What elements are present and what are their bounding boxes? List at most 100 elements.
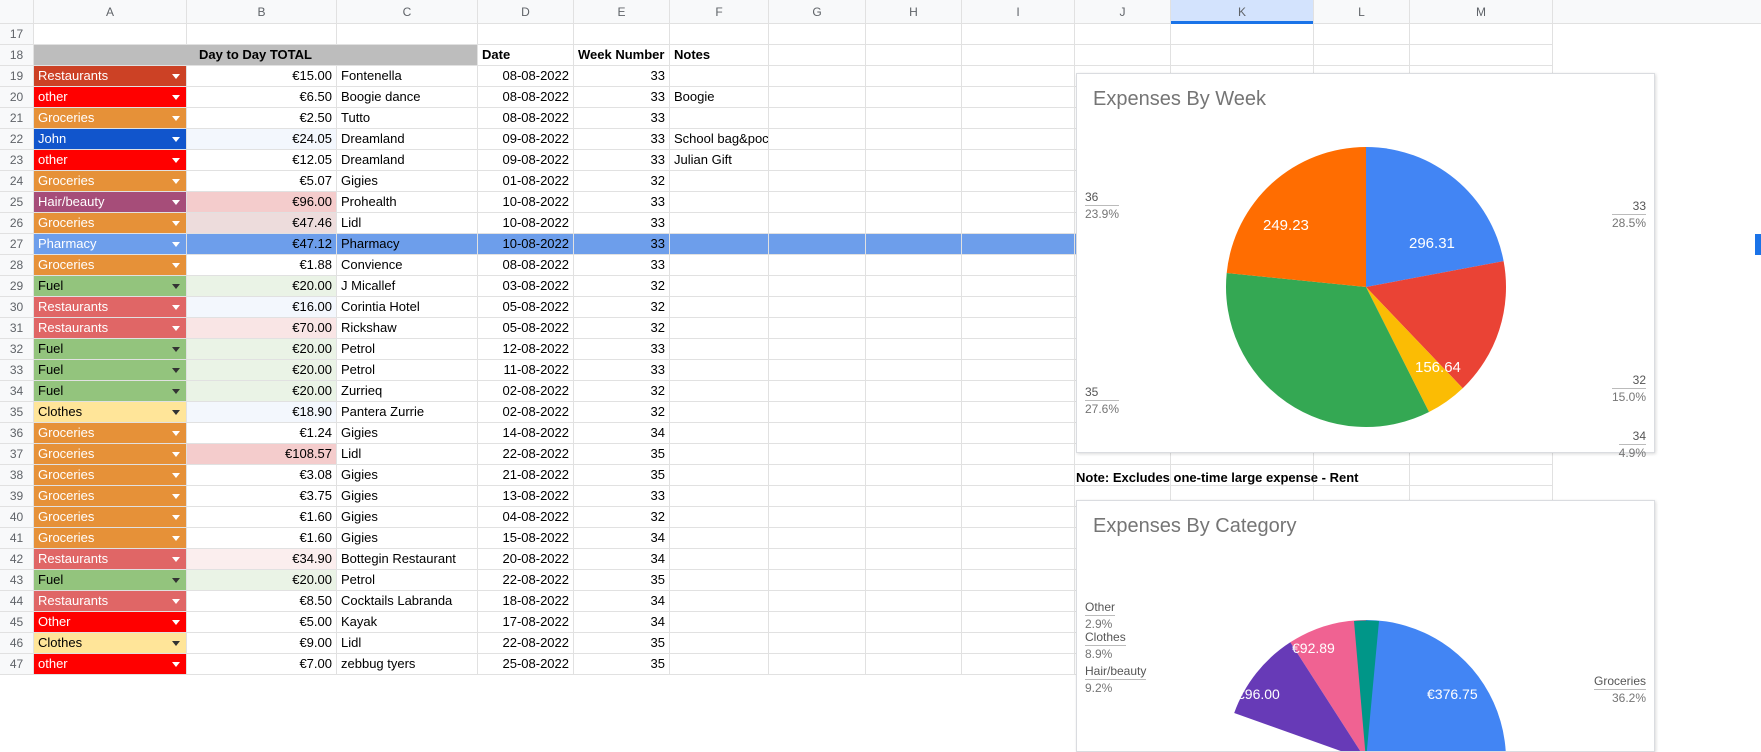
cell[interactable] <box>962 192 1075 213</box>
note-cell[interactable] <box>670 528 769 549</box>
desc-cell[interactable]: Zurrieq <box>337 381 478 402</box>
desc-cell[interactable]: Pantera Zurrie <box>337 402 478 423</box>
note-cell[interactable] <box>670 297 769 318</box>
desc-cell[interactable]: Convience <box>337 255 478 276</box>
col-header-A[interactable]: A <box>34 0 187 23</box>
category-dropdown[interactable]: Groceries <box>34 423 187 444</box>
row-header[interactable]: 47 <box>0 654 34 675</box>
week-cell[interactable]: 33 <box>574 486 670 507</box>
date-cell[interactable]: 03-08-2022 <box>478 276 574 297</box>
cell[interactable] <box>962 66 1075 87</box>
category-dropdown[interactable]: Restaurants <box>34 66 187 87</box>
header-notes[interactable]: Notes <box>670 45 769 66</box>
header-week[interactable]: Week Number <box>574 45 670 66</box>
amount-cell[interactable]: €70.00 <box>187 318 337 339</box>
category-dropdown[interactable]: Restaurants <box>34 318 187 339</box>
cell[interactable] <box>866 171 962 192</box>
amount-cell[interactable]: €24.05 <box>187 129 337 150</box>
cell[interactable] <box>769 549 866 570</box>
week-cell[interactable]: 33 <box>574 234 670 255</box>
col-header-I[interactable]: I <box>962 0 1075 23</box>
note-cell[interactable] <box>670 234 769 255</box>
note-cell[interactable] <box>670 507 769 528</box>
row-header[interactable]: 46 <box>0 633 34 654</box>
row-header[interactable]: 28 <box>0 255 34 276</box>
cell[interactable] <box>866 423 962 444</box>
cell[interactable] <box>962 528 1075 549</box>
cell[interactable] <box>962 402 1075 423</box>
date-cell[interactable]: 25-08-2022 <box>478 654 574 675</box>
row-header[interactable]: 30 <box>0 297 34 318</box>
amount-cell[interactable]: €18.90 <box>187 402 337 423</box>
cell[interactable] <box>769 129 866 150</box>
week-cell[interactable]: 32 <box>574 507 670 528</box>
week-cell[interactable]: 33 <box>574 150 670 171</box>
date-cell[interactable]: 18-08-2022 <box>478 591 574 612</box>
week-cell[interactable]: 33 <box>574 360 670 381</box>
amount-cell[interactable]: €16.00 <box>187 297 337 318</box>
category-dropdown[interactable]: Groceries <box>34 486 187 507</box>
row-header[interactable]: 18 <box>0 45 34 66</box>
category-dropdown[interactable]: Groceries <box>34 528 187 549</box>
week-cell[interactable]: 34 <box>574 423 670 444</box>
row-header[interactable]: 20 <box>0 87 34 108</box>
note-cell[interactable] <box>670 318 769 339</box>
date-cell[interactable]: 22-08-2022 <box>478 633 574 654</box>
week-cell[interactable]: 32 <box>574 318 670 339</box>
amount-cell[interactable]: €1.60 <box>187 507 337 528</box>
date-cell[interactable]: 10-08-2022 <box>478 192 574 213</box>
note-cell[interactable] <box>670 192 769 213</box>
date-cell[interactable]: 17-08-2022 <box>478 612 574 633</box>
note-cell[interactable] <box>670 486 769 507</box>
amount-cell[interactable]: €20.00 <box>187 570 337 591</box>
col-header-G[interactable]: G <box>769 0 866 23</box>
category-dropdown[interactable]: John <box>34 129 187 150</box>
cell[interactable] <box>866 507 962 528</box>
week-cell[interactable]: 35 <box>574 444 670 465</box>
note-cell[interactable]: Boogie <box>670 87 769 108</box>
desc-cell[interactable]: Rickshaw <box>337 318 478 339</box>
cell[interactable] <box>866 528 962 549</box>
cell[interactable] <box>866 549 962 570</box>
cell[interactable] <box>769 528 866 549</box>
date-cell[interactable]: 22-08-2022 <box>478 444 574 465</box>
row-header[interactable]: 25 <box>0 192 34 213</box>
cell[interactable] <box>962 339 1075 360</box>
row-header[interactable]: 22 <box>0 129 34 150</box>
amount-cell[interactable]: €20.00 <box>187 339 337 360</box>
amount-cell[interactable]: €1.88 <box>187 255 337 276</box>
cell[interactable] <box>337 24 478 45</box>
corner-cell[interactable] <box>0 0 34 23</box>
cell[interactable] <box>769 318 866 339</box>
cell[interactable] <box>769 276 866 297</box>
row-header[interactable]: 42 <box>0 549 34 570</box>
desc-cell[interactable]: Fontenella <box>337 66 478 87</box>
desc-cell[interactable]: Bottegin Restaurant <box>337 549 478 570</box>
cell[interactable] <box>866 444 962 465</box>
cell[interactable] <box>769 150 866 171</box>
col-header-B[interactable]: B <box>187 0 337 23</box>
cell[interactable] <box>962 87 1075 108</box>
amount-cell[interactable]: €9.00 <box>187 633 337 654</box>
cell[interactable] <box>769 507 866 528</box>
amount-cell[interactable]: €15.00 <box>187 66 337 87</box>
col-header-F[interactable]: F <box>670 0 769 23</box>
cell[interactable] <box>769 402 866 423</box>
cell[interactable] <box>866 192 962 213</box>
cell[interactable] <box>866 465 962 486</box>
row-header[interactable]: 35 <box>0 402 34 423</box>
note-cell[interactable] <box>670 633 769 654</box>
cell[interactable] <box>1075 24 1171 45</box>
cell[interactable] <box>866 591 962 612</box>
category-dropdown[interactable]: Fuel <box>34 276 187 297</box>
cell[interactable] <box>962 213 1075 234</box>
week-cell[interactable]: 33 <box>574 129 670 150</box>
note-cell[interactable] <box>670 171 769 192</box>
week-cell[interactable]: 32 <box>574 402 670 423</box>
cell[interactable] <box>769 381 866 402</box>
cell[interactable] <box>866 108 962 129</box>
amount-cell[interactable]: €20.00 <box>187 360 337 381</box>
cell[interactable] <box>866 276 962 297</box>
category-dropdown[interactable]: Groceries <box>34 507 187 528</box>
cell[interactable] <box>478 24 574 45</box>
